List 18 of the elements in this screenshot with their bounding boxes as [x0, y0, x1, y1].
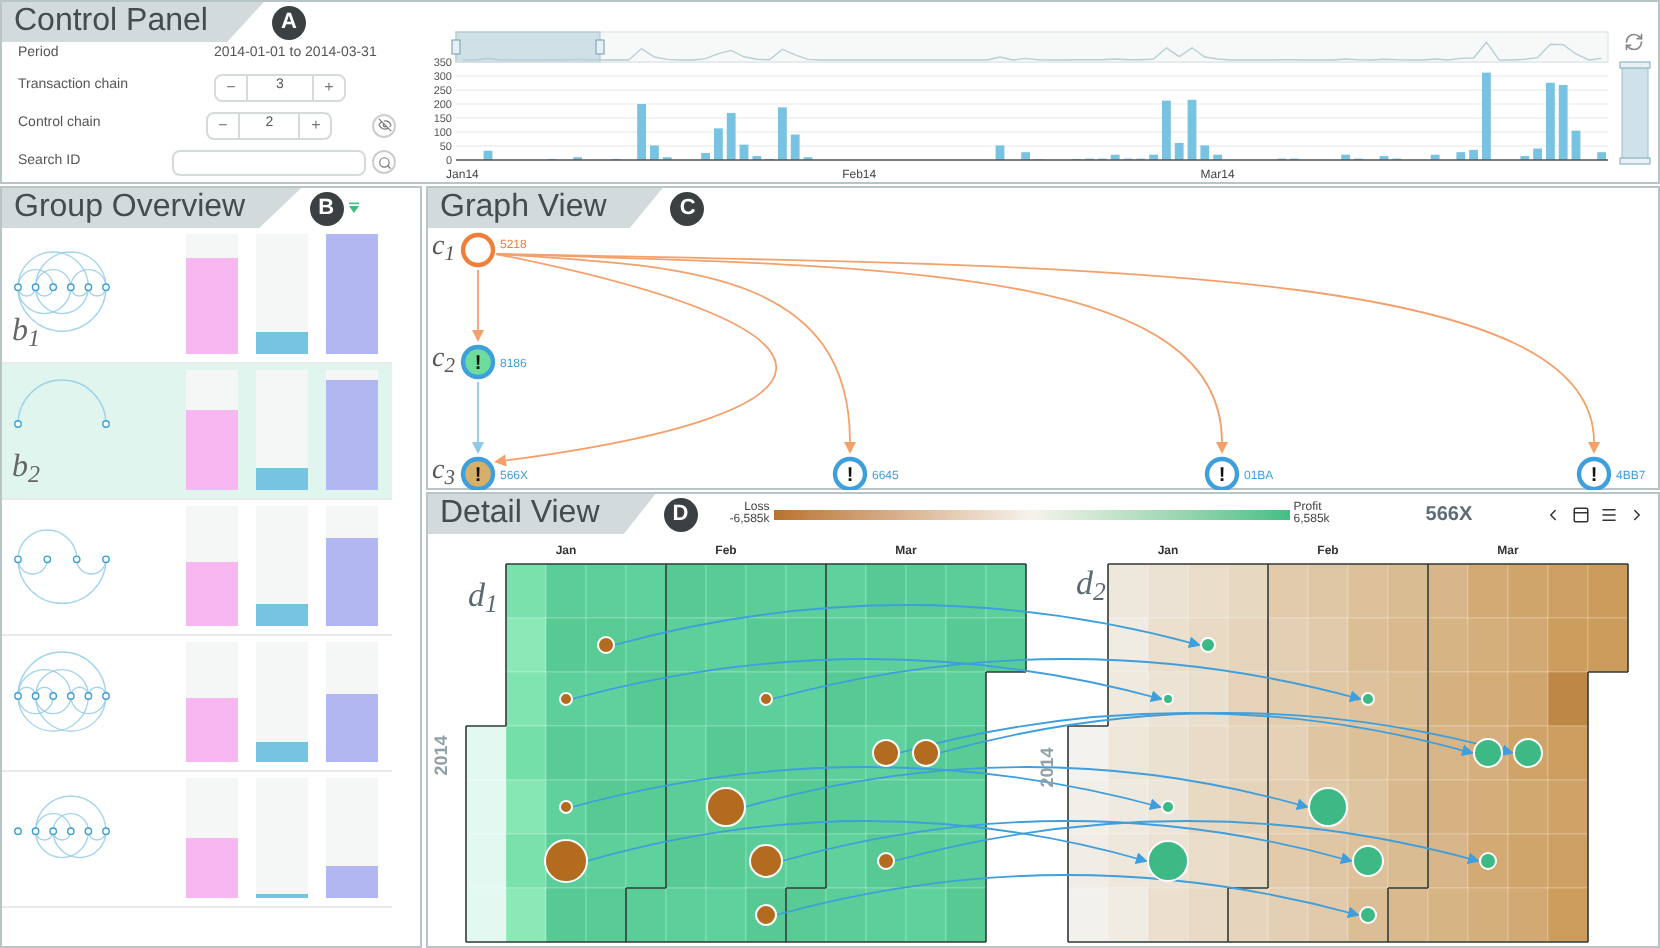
panel-badge: D	[663, 497, 698, 531]
panel-title: Graph View	[428, 188, 663, 228]
calendar-label: d$_{1}$	[468, 578, 498, 612]
level-label: c$_{1}$	[432, 234, 455, 262]
panel-badge: C	[670, 191, 705, 225]
panel-badge: A	[271, 5, 306, 39]
year-label: 2014	[1034, 747, 1059, 788]
calendar-label: d$_{2}$	[1076, 566, 1106, 600]
panel-title: Control Panel	[2, 2, 264, 42]
level-label: c$_{3}$	[432, 458, 455, 486]
year-label: 2014	[428, 735, 453, 776]
group-label: b$_{1}$	[12, 312, 40, 356]
panel-badge: B	[309, 191, 344, 225]
group-label: b$_{2}$	[12, 448, 40, 492]
panel-title: Group Overview	[2, 188, 302, 228]
panel-title: Detail View	[428, 494, 656, 534]
level-label: c$_{2}$	[432, 346, 455, 374]
account-id: 566X	[1425, 501, 1473, 529]
